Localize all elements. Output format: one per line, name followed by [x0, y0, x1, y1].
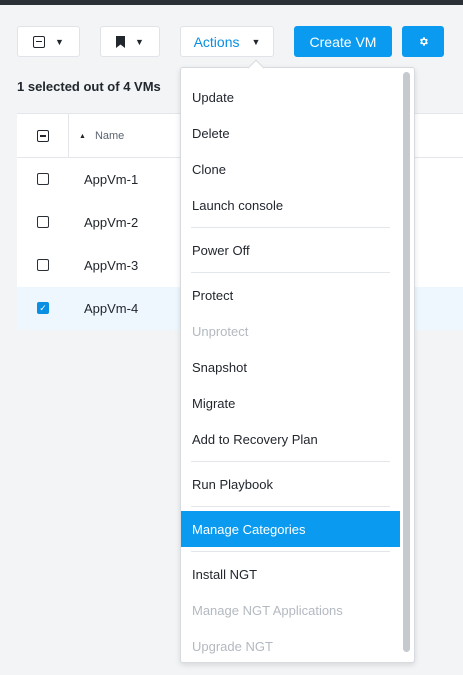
- vm-name[interactable]: AppVm-3: [84, 244, 138, 287]
- checkmark-icon: ✓: [39, 302, 47, 313]
- menu-item-install-ngt[interactable]: Install NGT: [181, 556, 400, 592]
- menu-item-delete[interactable]: Delete: [181, 115, 400, 151]
- menu-item-run-playbook[interactable]: Run Playbook: [181, 466, 400, 502]
- select-minus-icon: [33, 35, 46, 48]
- menu-item-migrate[interactable]: Migrate: [181, 385, 400, 421]
- menu-item-add-to-recovery-plan[interactable]: Add to Recovery Plan: [181, 421, 400, 457]
- row-checkbox[interactable]: [37, 259, 49, 271]
- name-column-header[interactable]: ▲ Name: [79, 114, 124, 158]
- menu-item-launch-console[interactable]: Launch console: [181, 187, 400, 223]
- header-select-all[interactable]: [17, 114, 69, 158]
- select-all-checkbox[interactable]: [36, 130, 49, 142]
- menu-item-manage-ngt-applications: Manage NGT Applications: [192, 602, 343, 618]
- menu-divider: [191, 551, 390, 552]
- actions-label: Actions: [193, 33, 240, 50]
- menu-item-protect[interactable]: Protect: [181, 277, 400, 313]
- chevron-down-icon: ▼: [55, 36, 64, 47]
- menu-divider: [191, 506, 390, 507]
- selection-summary: 1 selected out of 4 VMs: [17, 79, 161, 94]
- menu-item-power-off[interactable]: Power Off: [181, 232, 400, 268]
- actions-dropdown-button[interactable]: Actions ▼: [180, 26, 274, 57]
- bookmark-icon: [116, 35, 126, 48]
- vm-name[interactable]: AppVm-2: [84, 201, 138, 244]
- top-bar: [0, 0, 463, 5]
- menu-scrollbar[interactable]: [403, 72, 410, 652]
- menu-item-manage-categories[interactable]: Manage Categories: [181, 511, 400, 547]
- actions-menu: Update Delete Clone Launch console Power…: [180, 67, 415, 663]
- chevron-down-icon: ▼: [135, 36, 144, 47]
- menu-item-update[interactable]: Update: [181, 79, 400, 115]
- sort-ascending-icon: ▲: [79, 132, 86, 140]
- settings-button[interactable]: [402, 26, 444, 57]
- menu-item-unprotect: Unprotect: [192, 323, 249, 339]
- menu-divider: [191, 461, 390, 462]
- row-checkbox[interactable]: [37, 173, 49, 185]
- menu-item-snapshot[interactable]: Snapshot: [181, 349, 400, 385]
- bulk-select-dropdown[interactable]: ▼: [17, 26, 80, 57]
- chevron-down-icon: ▼: [251, 36, 261, 47]
- create-vm-button[interactable]: Create VM: [294, 26, 392, 57]
- menu-item-upgrade-ngt: Upgrade NGT: [192, 638, 273, 654]
- vm-name[interactable]: AppVm-1: [84, 158, 138, 201]
- menu-divider: [191, 272, 390, 273]
- vm-name[interactable]: AppVm-4: [84, 287, 138, 330]
- row-checkbox[interactable]: ✓: [37, 302, 49, 314]
- menu-item-clone[interactable]: Clone: [181, 151, 400, 187]
- gear-icon: [419, 37, 428, 46]
- actions-menu-list: Update Delete Clone Launch console Power…: [181, 79, 400, 662]
- name-column-label: Name: [94, 130, 125, 142]
- row-checkbox[interactable]: [37, 216, 49, 228]
- menu-divider: [191, 227, 390, 228]
- bookmark-dropdown[interactable]: ▼: [100, 26, 160, 57]
